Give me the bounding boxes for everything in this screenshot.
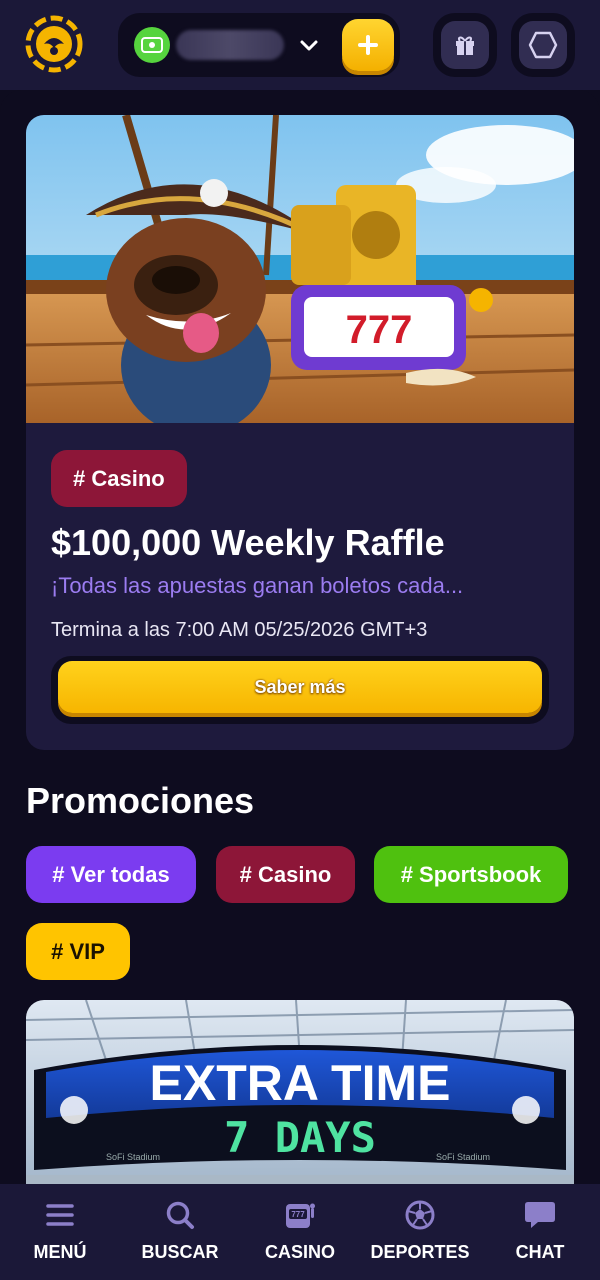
promo-end-date: Termina a las 7:00 AM 05/25/2026 GMT+3 [51,619,428,641]
slot-machine-icon: 777 [283,1198,317,1232]
wallet-balance [176,30,284,60]
plus-icon [358,35,378,55]
top-bar [0,0,600,90]
menu-icon [43,1198,77,1232]
svg-text:777: 777 [291,1210,305,1219]
nav-sports-label: DEPORTES [370,1242,470,1262]
venue-label-left: SoFi Stadium [106,1152,160,1162]
promotions-heading: Promociones [26,780,255,821]
chat-bubble-icon [523,1198,557,1232]
bottom-navigation: MENÚ BUSCAR 777 CASINO DEPORTES CHAT [0,1184,600,1280]
soccer-ball-icon [403,1198,437,1232]
nav-search-label: BUSCAR [141,1242,219,1262]
nav-chat[interactable]: CHAT [480,1184,600,1280]
casino-tag[interactable]: # Casino [51,450,187,507]
promo-title: $100,000 Weekly Raffle [51,522,445,563]
rank-button[interactable] [511,13,575,77]
nav-casino[interactable]: 777 CASINO [240,1184,360,1280]
cta-frame: Saber más [51,656,549,724]
gift-button[interactable] [433,13,497,77]
nav-search[interactable]: BUSCAR [120,1184,240,1280]
gift-icon [456,36,474,55]
extra-time-headline: EXTRA TIME [150,1055,451,1111]
slot-reels-label: 777 [346,308,413,352]
logo-icon[interactable] [24,14,84,74]
scoreboard-text: 7 DAYS [224,1113,376,1162]
wallet-selector[interactable] [118,13,400,77]
search-icon [163,1198,197,1232]
hexagon-icon [528,31,558,59]
promo-subtitle: ¡Todas las apuestas ganan boletos cada..… [51,573,464,598]
nav-casino-label: CASINO [264,1242,335,1262]
nav-menu[interactable]: MENÚ [0,1184,120,1280]
filter-sportsbook[interactable]: # Sportsbook [374,846,568,903]
main-content[interactable]: 777 # Casino $100,000 Weekly Raffle ¡Tod… [0,90,600,1184]
nav-menu-label: MENÚ [33,1242,87,1262]
nav-chat-label: CHAT [515,1242,565,1262]
venue-label-right: SoFi Stadium [436,1152,490,1162]
deposit-button[interactable] [342,19,394,71]
learn-more-button[interactable]: Saber más [58,661,542,713]
filter-all[interactable]: # Ver todas [26,846,196,903]
chevron-down-icon[interactable] [296,32,322,58]
raffle-banner-image: 777 [26,115,574,423]
cash-icon [134,27,170,63]
extra-time-promo-card[interactable]: EXTRA TIME 7 DAYS SoFi Stadium SoFi Stad… [26,1000,574,1184]
filter-vip[interactable]: # VIP [26,923,130,980]
nav-sports[interactable]: DEPORTES [360,1184,480,1280]
featured-promo-card[interactable]: 777 # Casino $100,000 Weekly Raffle ¡Tod… [26,115,574,750]
extra-time-banner-image: EXTRA TIME 7 DAYS SoFi Stadium SoFi Stad… [26,1000,574,1184]
filter-casino[interactable]: # Casino [216,846,355,903]
